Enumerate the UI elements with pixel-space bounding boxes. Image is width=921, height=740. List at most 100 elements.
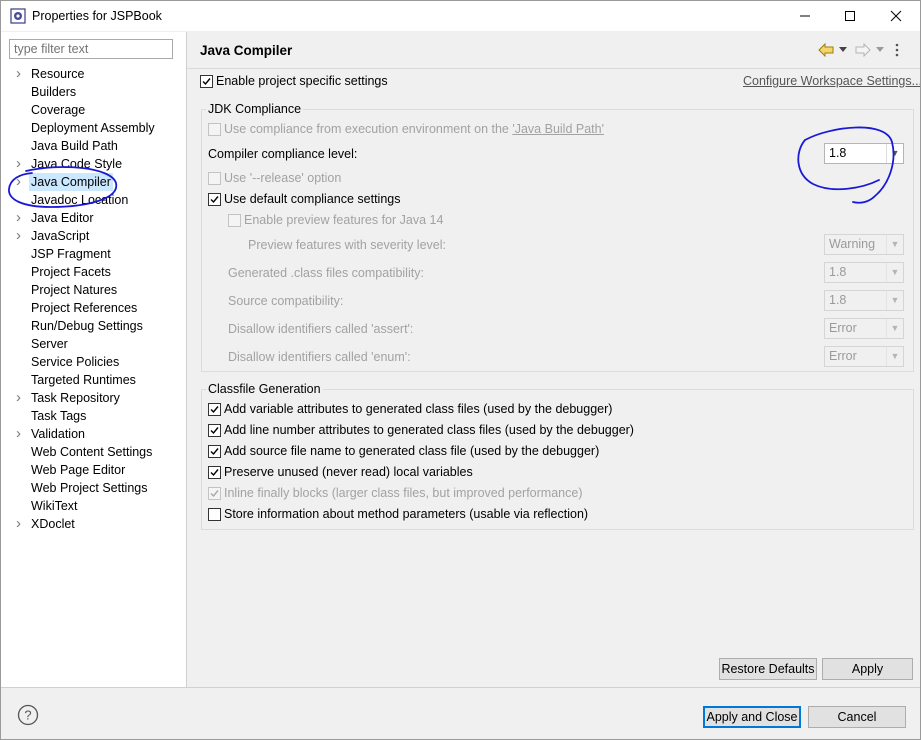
title-bar: Properties for JSPBook xyxy=(1,1,920,31)
disallow-enum-label: Disallow identifiers called 'enum': xyxy=(228,350,411,364)
checkmark-icon xyxy=(210,196,219,204)
classfile-option-checkbox[interactable] xyxy=(208,424,221,437)
apply-and-close-button[interactable]: Apply and Close xyxy=(703,706,801,728)
sidebar-item-task-tags[interactable]: Task Tags xyxy=(31,407,86,425)
sidebar-item-run-debug-settings[interactable]: Run/Debug Settings xyxy=(31,317,143,335)
classfile-option-checkbox[interactable] xyxy=(208,487,221,500)
annotation-circle-right xyxy=(797,126,895,204)
sidebar-item-javascript[interactable]: JavaScript xyxy=(31,227,89,245)
chevron-right-icon[interactable]: › xyxy=(16,227,26,245)
disallow-assert-select[interactable]: Error ▼ xyxy=(824,318,904,339)
sidebar-item-project-facets[interactable]: Project Facets xyxy=(31,263,111,281)
sidebar-item-xdoclet[interactable]: XDoclet xyxy=(31,515,75,533)
sidebar-item-resource[interactable]: Resource xyxy=(31,65,85,83)
help-icon[interactable]: ? xyxy=(17,704,39,726)
forward-arrow-icon[interactable] xyxy=(855,43,871,57)
sidebar-item-web-project-settings[interactable]: Web Project Settings xyxy=(31,479,148,497)
sidebar-item-task-repository[interactable]: Task Repository xyxy=(31,389,120,407)
preview-severity-value: Warning xyxy=(829,237,876,251)
restore-defaults-label: Restore Defaults xyxy=(721,662,815,676)
java-build-path-link[interactable]: 'Java Build Path' xyxy=(512,122,604,136)
page-area: Java Compiler Enable project specific se… xyxy=(187,32,920,687)
filter-input[interactable] xyxy=(9,39,173,59)
chevron-right-icon[interactable]: › xyxy=(16,425,26,443)
release-option-checkbox[interactable] xyxy=(208,172,221,185)
sidebar-item-project-natures[interactable]: Project Natures xyxy=(31,281,117,299)
sidebar-item-server[interactable]: Server xyxy=(31,335,68,353)
chevron-right-icon[interactable]: › xyxy=(16,65,26,83)
property-page-tree: › ResourceBuildersCoverageDeployment Asse… xyxy=(1,32,187,687)
sidebar-item-targeted-runtimes[interactable]: Targeted Runtimes xyxy=(31,371,136,389)
maximize-button[interactable] xyxy=(827,1,873,31)
cancel-label: Cancel xyxy=(837,710,877,724)
checkmark-icon xyxy=(210,469,219,477)
back-arrow-icon[interactable] xyxy=(818,43,834,57)
use-compliance-ee-checkbox[interactable] xyxy=(208,123,221,136)
disallow-enum-value: Error xyxy=(829,349,857,363)
configure-workspace-link[interactable]: Configure Workspace Settings... xyxy=(743,74,920,88)
classfile-option-label: Add line number attributes to generated … xyxy=(224,423,634,437)
apply-and-close-label: Apply and Close xyxy=(706,710,798,724)
enable-preview-label: Enable preview features for Java 14 xyxy=(244,213,444,227)
window-title: Properties for JSPBook xyxy=(32,9,162,23)
generated-class-label: Generated .class files compatibility: xyxy=(228,266,424,280)
preview-severity-select[interactable]: Warning ▼ xyxy=(824,234,904,255)
chevron-down-icon: ▼ xyxy=(886,235,903,254)
maximize-icon xyxy=(845,11,855,21)
classfile-option-checkbox[interactable] xyxy=(208,508,221,521)
classfile-option-checkbox[interactable] xyxy=(208,466,221,479)
button-bar: ? Apply and Close Cancel xyxy=(1,687,920,739)
sidebar-item-jsp-fragment[interactable]: JSP Fragment xyxy=(31,245,111,263)
checkmark-icon xyxy=(210,448,219,456)
classfile-option-checkbox[interactable] xyxy=(208,403,221,416)
source-compat-select[interactable]: 1.8 ▼ xyxy=(824,290,904,311)
classfile-option-label: Preserve unused (never read) local varia… xyxy=(224,465,473,479)
chevron-down-icon: ▼ xyxy=(886,263,903,282)
minimize-button[interactable] xyxy=(782,1,828,31)
forward-dropdown-icon[interactable] xyxy=(876,47,884,53)
chevron-down-icon: ▼ xyxy=(886,319,903,338)
svg-text:?: ? xyxy=(24,708,31,723)
classfile-option-label: Add source file name to generated class … xyxy=(224,444,600,458)
jdk-compliance-title: JDK Compliance xyxy=(206,102,304,116)
back-dropdown-icon[interactable] xyxy=(839,47,847,53)
sidebar-item-service-policies[interactable]: Service Policies xyxy=(31,353,119,371)
disallow-enum-select[interactable]: Error ▼ xyxy=(824,346,904,367)
chevron-down-icon: ▼ xyxy=(886,347,903,366)
sidebar-item-java-build-path[interactable]: Java Build Path xyxy=(31,137,118,155)
use-default-compliance-checkbox[interactable] xyxy=(208,193,221,206)
sidebar-item-web-content-settings[interactable]: Web Content Settings xyxy=(31,443,152,461)
chevron-down-icon: ▼ xyxy=(886,291,903,310)
annotation-circle-left xyxy=(8,166,117,208)
use-default-compliance-label: Use default compliance settings xyxy=(224,192,401,206)
generated-class-select[interactable]: 1.8 ▼ xyxy=(824,262,904,283)
view-menu-icon[interactable] xyxy=(894,42,900,58)
sidebar-item-java-editor[interactable]: Java Editor xyxy=(31,209,94,227)
sidebar-item-web-page-editor[interactable]: Web Page Editor xyxy=(31,461,125,479)
enable-preview-checkbox[interactable] xyxy=(228,214,241,227)
preview-severity-label: Preview features with severity level: xyxy=(248,238,446,252)
chevron-right-icon[interactable]: › xyxy=(16,389,26,407)
restore-defaults-button[interactable]: Restore Defaults xyxy=(719,658,817,680)
sidebar-item-builders[interactable]: Builders xyxy=(31,83,76,101)
generated-class-value: 1.8 xyxy=(829,265,847,279)
enable-project-specific-checkbox[interactable] xyxy=(200,75,213,88)
sidebar-item-deployment-assembly[interactable]: Deployment Assembly xyxy=(31,119,155,137)
classfile-option-checkbox[interactable] xyxy=(208,445,221,458)
chevron-right-icon[interactable]: › xyxy=(16,515,26,533)
checkmark-icon xyxy=(210,406,219,414)
cancel-button[interactable]: Cancel xyxy=(808,706,906,728)
use-compliance-ee-label: Use compliance from execution environmen… xyxy=(224,122,604,136)
properties-dialog: Properties for JSPBook › ResourceBuilders… xyxy=(0,0,921,740)
sidebar-item-coverage[interactable]: Coverage xyxy=(31,101,85,119)
sidebar-item-project-references[interactable]: Project References xyxy=(31,299,137,317)
apply-button[interactable]: Apply xyxy=(822,658,913,680)
chevron-right-icon[interactable]: › xyxy=(16,209,26,227)
source-compat-label: Source compatibility: xyxy=(228,294,344,308)
sidebar-item-wikitext[interactable]: WikiText xyxy=(31,497,78,515)
sidebar-item-validation[interactable]: Validation xyxy=(31,425,85,443)
eclipse-app-icon xyxy=(10,8,26,24)
release-option-label: Use '--release' option xyxy=(224,171,342,185)
classfile-option-label: Inline finally blocks (larger class file… xyxy=(224,486,583,500)
close-button[interactable] xyxy=(873,1,919,31)
